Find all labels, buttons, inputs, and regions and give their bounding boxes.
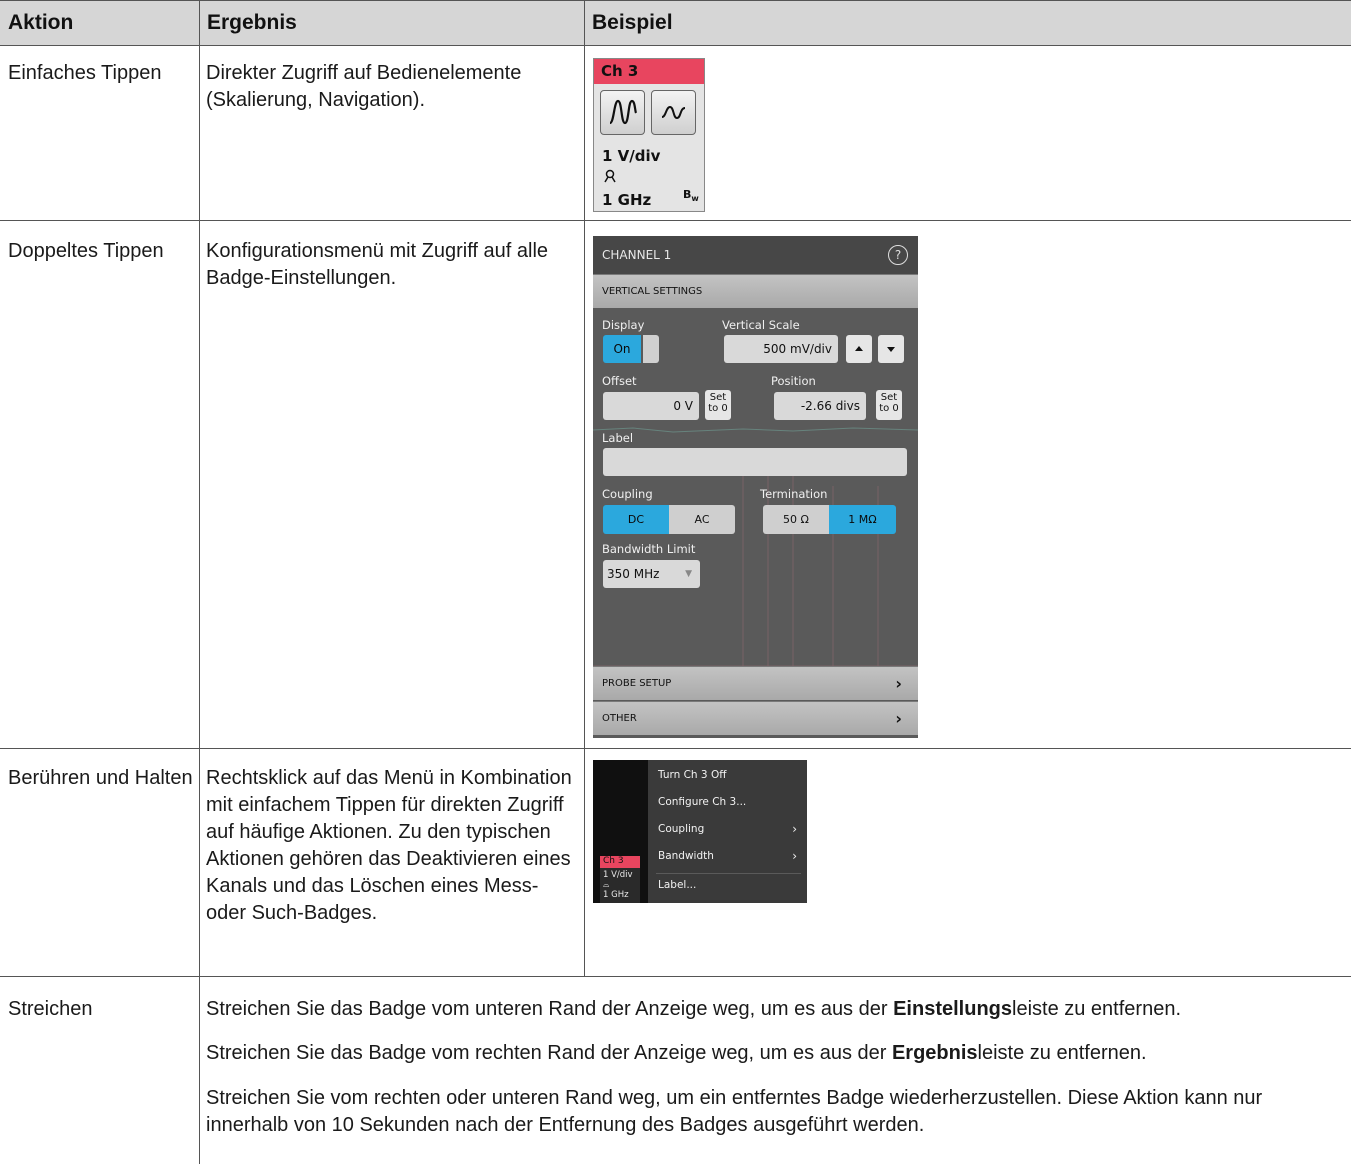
bandwidth-limit-dropdown[interactable]: 350 MHz ▼ <box>603 560 700 588</box>
coupling-ac[interactable]: AC <box>669 505 735 534</box>
channel-badge-example[interactable]: Ch 3 1 V/div 1 GHz Bw <box>593 58 705 212</box>
row-4-paragraph-2: Streichen Sie das Badge vom rechten Rand… <box>206 1042 1147 1064</box>
large-wave-icon[interactable] <box>600 90 645 135</box>
context-menu-panel: Turn Ch 3 Off Configure Ch 3... Coupling… <box>648 760 807 903</box>
menu-item-turn-off[interactable]: Turn Ch 3 Off <box>658 769 726 781</box>
chevron-right-icon: › <box>895 709 902 728</box>
header-action: Aktion <box>8 11 74 34</box>
other-section[interactable]: OTHER › <box>593 701 918 735</box>
termination-1-mohm[interactable]: 1 MΩ <box>829 505 896 534</box>
column-divider <box>584 0 585 976</box>
mini-badge-bandwidth: 1 GHz <box>603 890 629 900</box>
label-label: Label <box>602 431 634 445</box>
vertical-scale-field[interactable]: 500 mV/div <box>724 335 838 363</box>
menu-divider <box>656 873 801 874</box>
chevron-right-icon: › <box>792 849 797 863</box>
menu-item-bandwidth[interactable]: Bandwidth <box>658 850 714 862</box>
offset-set-to-zero-button[interactable]: Set to 0 <box>705 390 731 420</box>
chevron-right-icon: › <box>792 822 797 836</box>
row-4-action: Streichen <box>8 998 93 1020</box>
channel-config-menu: CHANNEL 1 ? VERTICAL SETTINGS Display Ve… <box>593 236 918 738</box>
small-wave-icon[interactable] <box>651 90 696 135</box>
mini-channel-badge[interactable]: Ch 3 1 V/div ⌓ 1 GHz <box>600 856 640 903</box>
row-1-action: Einfaches Tippen <box>8 62 162 84</box>
row-1-result: Direkter Zugriff auf Bedienelemente (Ska… <box>206 62 522 111</box>
badge-title: Ch 3 <box>594 59 704 84</box>
bandwidth-limit-icon: Bw <box>683 188 699 204</box>
position-set-to-zero-button[interactable]: Set to 0 <box>876 390 902 420</box>
probe-setup-section[interactable]: PROBE SETUP › <box>593 666 918 700</box>
vertical-scale-label: Vertical Scale <box>722 318 800 332</box>
scale-up-button[interactable] <box>846 335 872 363</box>
table-header: Aktion Ergebnis Beispiel <box>0 0 1351 46</box>
row-3-result: Rechtsklick auf das Menü in Kombination … <box>206 767 572 924</box>
row-2-result: Konfigurationsmenü mit Zugriff auf alle … <box>206 240 549 289</box>
row-4-paragraph-1: Streichen Sie das Badge vom unteren Rand… <box>206 998 1181 1020</box>
menu-item-configure[interactable]: Configure Ch 3... <box>658 796 746 808</box>
badge-bandwidth: 1 GHz <box>602 191 652 209</box>
row-divider <box>0 748 1351 749</box>
menu-item-label[interactable]: Label... <box>658 879 696 891</box>
offset-field[interactable]: 0 V <box>603 392 699 420</box>
position-label: Position <box>771 374 816 388</box>
header-result: Ergebnis <box>207 11 297 34</box>
row-divider <box>0 220 1351 221</box>
row-2-action: Doppeltes Tippen <box>8 240 164 262</box>
display-label: Display <box>602 318 645 332</box>
chevron-down-icon: ▼ <box>685 569 692 579</box>
probe-icon: ⌓ <box>603 880 610 889</box>
header-example: Beispiel <box>592 11 673 34</box>
termination-50-ohm[interactable]: 50 Ω <box>763 505 829 534</box>
display-on: On <box>603 335 641 363</box>
column-divider <box>199 0 200 1164</box>
scale-down-button[interactable] <box>878 335 904 363</box>
badge-scale: 1 V/div <box>602 147 661 165</box>
coupling-dc[interactable]: DC <box>603 505 669 534</box>
chevron-right-icon: › <box>895 674 902 693</box>
probe-icon <box>602 168 618 187</box>
bandwidth-limit-label: Bandwidth Limit <box>602 542 696 556</box>
row-4-paragraph-3: Streichen Sie vom rechten oder unteren R… <box>206 1087 1263 1136</box>
row-divider <box>0 976 1351 977</box>
menu-title: CHANNEL 1 ? <box>593 236 918 274</box>
termination-label: Termination <box>760 487 828 501</box>
position-field[interactable]: -2.66 divs <box>774 392 866 420</box>
display-toggle[interactable]: On <box>603 335 659 363</box>
toggle-knob <box>643 335 659 363</box>
menu-item-coupling[interactable]: Coupling <box>658 823 704 835</box>
mini-badge-scale: 1 V/div <box>603 870 633 880</box>
context-menu-example: Ch 3 1 V/div ⌓ 1 GHz Turn Ch 3 Off Confi… <box>593 760 807 903</box>
row-3-action: Berühren und Halten <box>8 767 193 789</box>
coupling-label: Coupling <box>602 487 653 501</box>
help-icon[interactable]: ? <box>888 245 908 265</box>
mini-badge-title: Ch 3 <box>600 856 640 868</box>
label-field[interactable] <box>603 448 907 476</box>
vertical-settings-section[interactable]: VERTICAL SETTINGS <box>593 274 918 308</box>
offset-label: Offset <box>602 374 637 388</box>
